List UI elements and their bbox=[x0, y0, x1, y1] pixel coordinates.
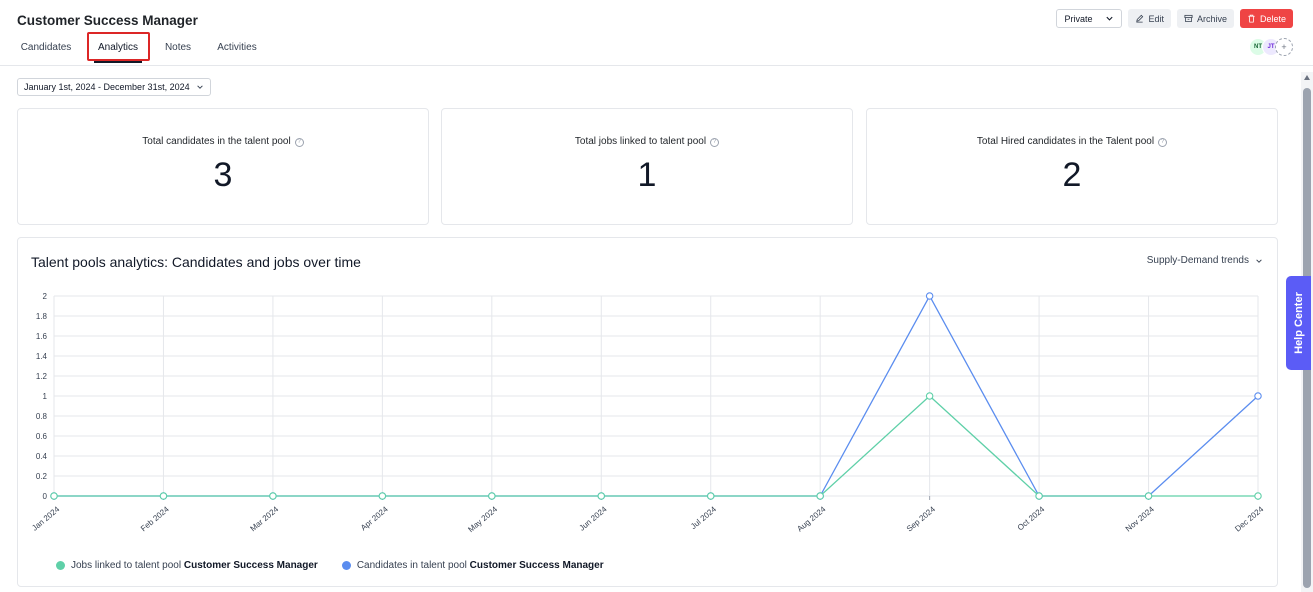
help-circle-icon[interactable]: ? bbox=[1158, 138, 1168, 147]
x-tick-label: Nov 2024 bbox=[1124, 504, 1156, 533]
stat-card-candidates: Total candidates in the talent pool? 3 bbox=[17, 108, 429, 225]
trash-icon bbox=[1248, 14, 1255, 23]
y-tick-label: 1.4 bbox=[36, 352, 48, 361]
legend-label: Candidates in talent pool bbox=[356, 560, 470, 571]
visibility-select[interactable]: Private bbox=[1056, 9, 1123, 28]
chart-legend: Jobs linked to talent pool Customer Succ… bbox=[56, 560, 604, 571]
pencil-icon bbox=[1136, 14, 1144, 23]
edit-button[interactable]: Edit bbox=[1128, 9, 1171, 28]
active-tab-highlight bbox=[87, 32, 150, 61]
data-point bbox=[1035, 492, 1043, 500]
data-point bbox=[597, 492, 606, 500]
stat-label: Total Hired candidates in the Talent poo… bbox=[976, 136, 1155, 147]
tab-activities[interactable]: Activities bbox=[210, 33, 264, 63]
y-tick-label: 0.4 bbox=[36, 452, 48, 461]
x-tick-label: Apr 2024 bbox=[359, 504, 390, 532]
legend-label: Jobs linked to talent pool bbox=[71, 560, 184, 571]
archive-button-label: Archive bbox=[1196, 13, 1227, 24]
x-tick-label: Jan 2024 bbox=[30, 504, 61, 532]
data-point bbox=[925, 292, 934, 300]
x-tick-label: Feb 2024 bbox=[139, 504, 171, 533]
data-point bbox=[1254, 392, 1262, 400]
stat-label: Total jobs linked to talent pool bbox=[574, 136, 707, 147]
stat-value: 3 bbox=[213, 156, 233, 194]
data-point bbox=[159, 492, 168, 500]
x-tick-label: Jul 2024 bbox=[689, 504, 718, 531]
y-tick-label: 2 bbox=[43, 292, 48, 301]
data-point bbox=[925, 392, 934, 400]
date-range-filter[interactable]: January 1st, 2024 - December 31st, 2024 bbox=[17, 78, 211, 96]
legend-item-jobs[interactable]: Jobs linked to talent pool Customer Succ… bbox=[56, 560, 318, 571]
legend-label-strong: Customer Success Manager bbox=[469, 560, 604, 571]
delete-button-label: Delete bbox=[1259, 13, 1286, 24]
x-tick-label: May 2024 bbox=[466, 504, 499, 534]
help-center-label: Help Center bbox=[1292, 292, 1305, 354]
stat-label: Total candidates in the talent pool bbox=[142, 136, 291, 147]
x-tick-label: Aug 2024 bbox=[795, 504, 827, 533]
tab-notes[interactable]: Notes bbox=[158, 33, 198, 63]
y-tick-label: 1.2 bbox=[36, 372, 48, 381]
edit-button-label: Edit bbox=[1148, 13, 1164, 24]
delete-button[interactable]: Delete bbox=[1239, 9, 1293, 28]
legend-swatch bbox=[56, 561, 65, 570]
active-tab-underline bbox=[94, 61, 142, 63]
series-line bbox=[54, 395, 1258, 497]
data-point bbox=[488, 492, 496, 500]
help-center-button[interactable]: Help Center bbox=[1286, 276, 1311, 370]
analytics-chart-card: Talent pools analytics: Candidates and j… bbox=[17, 237, 1278, 587]
stat-card-hired: Total Hired candidates in the Talent poo… bbox=[866, 108, 1278, 225]
y-tick-label: 0 bbox=[43, 492, 48, 501]
tab-candidates[interactable]: Candidates bbox=[17, 33, 75, 63]
date-range-value: January 1st, 2024 - December 31st, 2024 bbox=[24, 82, 190, 92]
y-tick-label: 0.8 bbox=[36, 412, 48, 421]
page-title: Customer Success Manager bbox=[17, 13, 198, 28]
y-tick-label: 1.8 bbox=[36, 312, 48, 321]
y-tick-label: 0.6 bbox=[36, 432, 48, 441]
data-point bbox=[269, 492, 277, 500]
add-collaborator-button[interactable]: + bbox=[1275, 38, 1293, 56]
data-point bbox=[1254, 492, 1262, 500]
stat-card-jobs: Total jobs linked to talent pool? 1 bbox=[441, 108, 853, 225]
data-point bbox=[1144, 492, 1153, 500]
header: Customer Success Manager Candidates Anal… bbox=[0, 0, 1313, 66]
help-circle-icon[interactable]: ? bbox=[294, 138, 304, 147]
y-tick-label: 0.2 bbox=[36, 472, 48, 481]
data-point bbox=[378, 492, 387, 500]
data-point bbox=[816, 492, 824, 500]
stat-value: 1 bbox=[637, 156, 657, 194]
page: Customer Success Manager Candidates Anal… bbox=[0, 0, 1313, 592]
header-actions: Private Edit Archive Delete bbox=[1056, 9, 1293, 28]
help-circle-icon[interactable]: ? bbox=[710, 138, 720, 147]
data-point bbox=[50, 492, 58, 500]
archive-icon bbox=[1184, 14, 1193, 23]
data-point bbox=[706, 492, 715, 500]
x-tick-label: Sep 2024 bbox=[905, 504, 937, 533]
x-tick-label: Mar 2024 bbox=[249, 504, 281, 533]
visibility-select-value: Private bbox=[1064, 13, 1093, 24]
x-tick-label: Oct 2024 bbox=[1016, 504, 1047, 532]
legend-label-strong: Customer Success Manager bbox=[183, 560, 318, 571]
y-tick-label: 1 bbox=[43, 392, 48, 401]
legend-swatch bbox=[341, 561, 351, 570]
archive-button[interactable]: Archive bbox=[1176, 9, 1234, 28]
chevron-down-icon bbox=[1106, 16, 1114, 21]
x-tick-label: Jun 2024 bbox=[578, 504, 609, 532]
chevron-down-icon bbox=[196, 85, 203, 89]
legend-item-candidates[interactable]: Candidates in talent pool Customer Succe… bbox=[341, 560, 604, 571]
scroll-up-icon[interactable] bbox=[1304, 75, 1310, 80]
x-tick-label: Dec 2024 bbox=[1233, 504, 1265, 533]
collaborator-avatars: NT JT + bbox=[1249, 38, 1293, 56]
stat-value: 2 bbox=[1062, 156, 1082, 194]
line-chart: 0 0.2 0.4 0.6 0.8 1 1.2 1.4 1.6 1.8 2 Jan 2024 Feb 2… bbox=[30, 292, 1265, 534]
y-tick-label: 1.6 bbox=[36, 332, 48, 341]
